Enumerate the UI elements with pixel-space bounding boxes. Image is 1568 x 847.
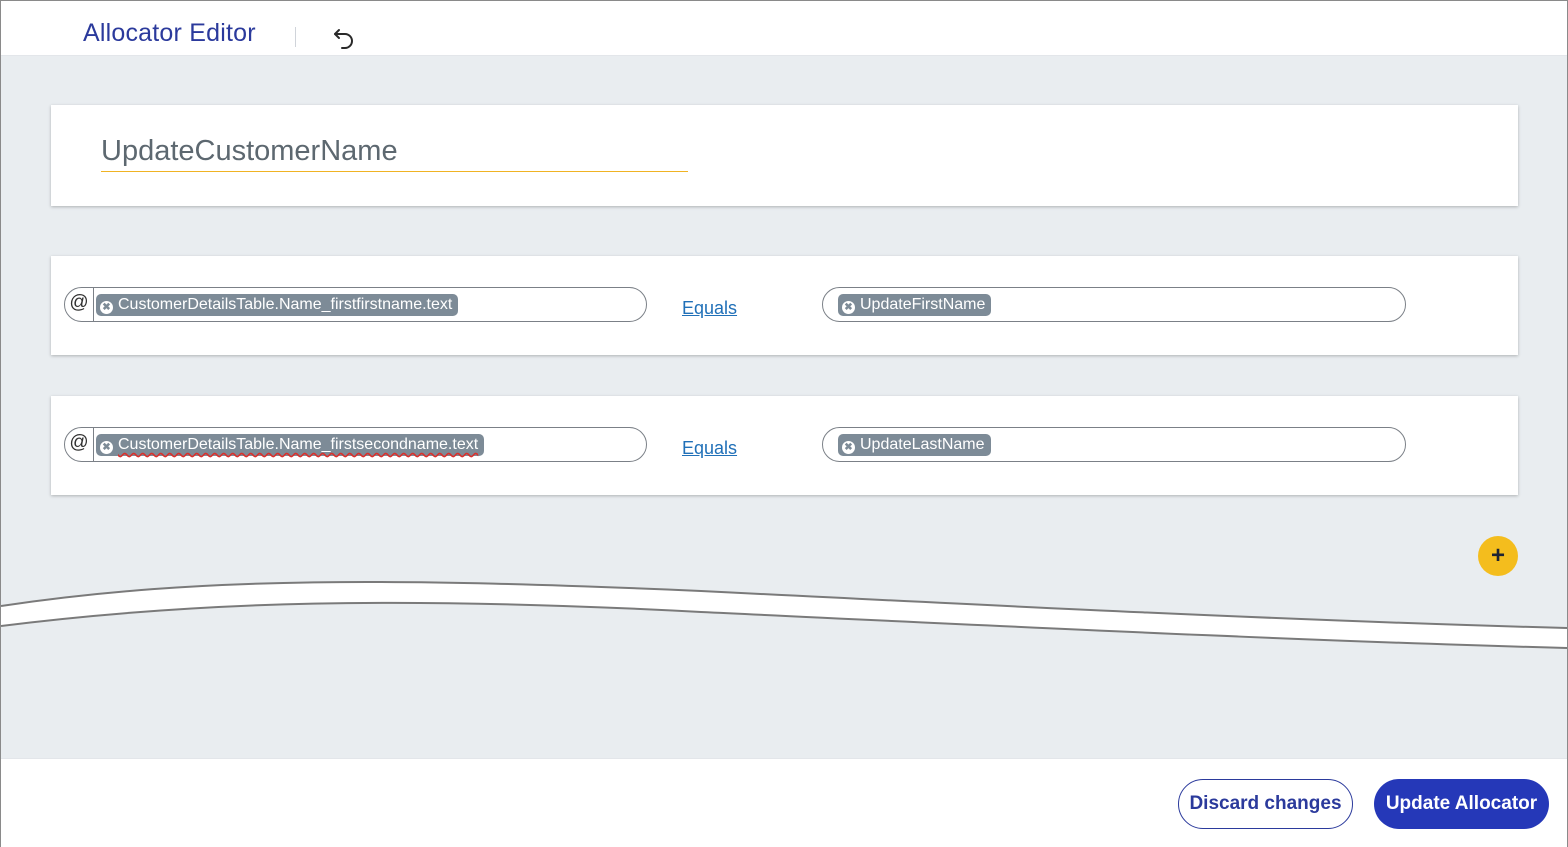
app-title: Allocator Editor — [83, 19, 256, 47]
discard-changes-button[interactable]: Discard changes — [1178, 779, 1353, 829]
footer-bar: Discard changes Update Allocator — [1, 758, 1567, 847]
update-allocator-button[interactable]: Update Allocator — [1374, 779, 1549, 829]
editor-canvas: @ ✖CustomerDetailsTable.Name_firstfirstn… — [1, 56, 1567, 758]
header-divider — [295, 27, 296, 47]
torn-page-divider — [1, 581, 1567, 649]
undo-icon[interactable] — [331, 23, 359, 51]
header-bar: Allocator Editor — [1, 1, 1567, 56]
